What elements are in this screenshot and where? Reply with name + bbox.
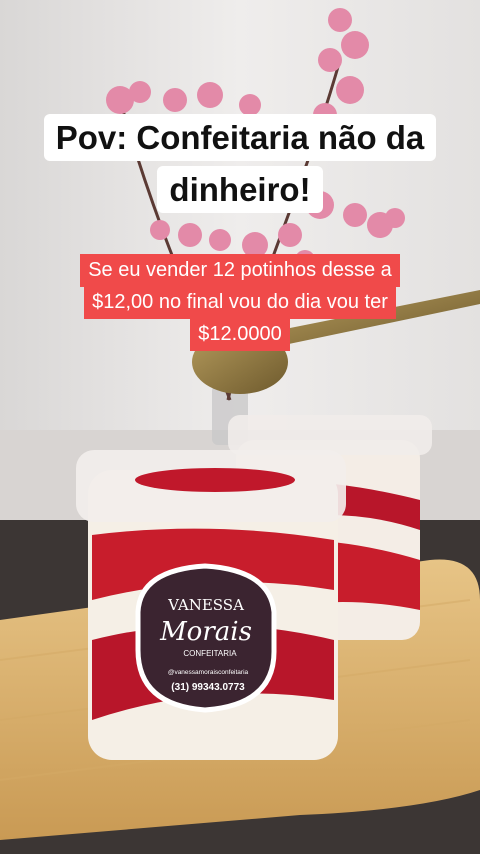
svg-text:CONFEITARIA: CONFEITARIA [183,649,237,658]
subtitle-caption-2: $12,00 no final vou do dia vou ter [0,286,480,319]
title-line-1: Pov: Confeitaria não da [43,114,437,161]
subtitle-caption-3: $12.0000 [0,318,480,351]
title-caption: Pov: Confeitaria não da [0,114,480,161]
title-line-2: dinheiro! [157,166,323,213]
svg-text:(31) 99343.0773: (31) 99343.0773 [171,682,245,693]
title-caption-2: dinheiro! [0,166,480,213]
subtitle-line-3: $12.0000 [190,318,290,351]
svg-text:@vanessamoraisconfeitaria: @vanessamoraisconfeitaria [168,669,249,676]
vanessa-morais-logo: VANESSA Morais CONFEITARIA @vanessamorai… [135,563,277,713]
svg-text:VANESSA: VANESSA [167,596,244,614]
svg-text:Morais: Morais [159,617,252,647]
subtitle-caption-1: Se eu vender 12 potinhos desse a [0,254,480,287]
subtitle-line-2: $12,00 no final vou do dia vou ter [84,286,396,319]
subtitle-line-1: Se eu vender 12 potinhos desse a [80,254,400,287]
